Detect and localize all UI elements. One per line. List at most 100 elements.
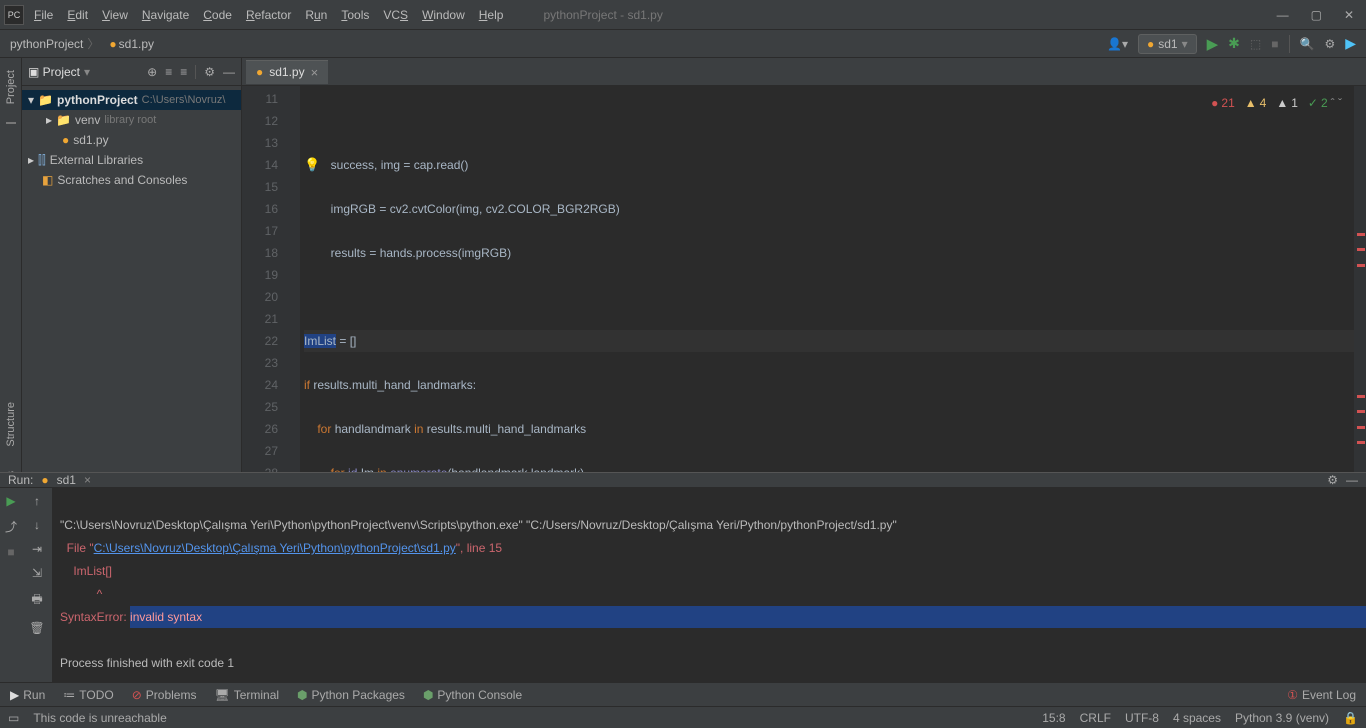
soft-wrap-icon[interactable]: ⇥: [32, 542, 42, 556]
run-config-label: sd1: [1158, 37, 1177, 51]
python-file-icon: ●: [256, 65, 263, 79]
status-bar: ▭ This code is unreachable 15:8 CRLF UTF…: [0, 706, 1366, 728]
menu-tools[interactable]: Tools: [341, 8, 369, 22]
editor: ● sd1.py × 111213 141516 171819 202122 2…: [242, 58, 1366, 472]
editor-tab-label: sd1.py: [269, 65, 304, 79]
scroll-end-icon[interactable]: ⇲: [32, 566, 42, 580]
tree-scratches[interactable]: ◧ Scratches and Consoles: [22, 170, 241, 190]
select-opened-icon[interactable]: ⊕: [147, 65, 157, 79]
menu-view[interactable]: View: [102, 8, 128, 22]
line-gutter: 111213 141516 171819 202122 232425 26272…: [242, 86, 286, 472]
stacktrace-link[interactable]: C:\Users\Novruz\Desktop\Çalışma Yeri\Pyt…: [94, 541, 456, 555]
menu-file[interactable]: File: [34, 8, 53, 22]
minimize-icon[interactable]: —: [1277, 8, 1289, 22]
hide-panel-icon[interactable]: —: [223, 65, 235, 79]
bookmarks-icon[interactable]: [6, 122, 16, 124]
run-tool-tab[interactable]: ▶Run: [10, 688, 45, 702]
breadcrumb-file[interactable]: sd1.py: [119, 37, 154, 51]
line-ending[interactable]: CRLF: [1080, 711, 1111, 725]
error-icon: ●: [1211, 92, 1218, 114]
up-icon[interactable]: ↑: [34, 494, 40, 508]
coverage-icon[interactable]: ⬚: [1250, 37, 1261, 51]
rerun-icon[interactable]: ▶: [6, 494, 15, 508]
code-content[interactable]: ●21 ▲4 ▲1 ✓2 ˆ ˇ 💡 success, img = cap.re…: [300, 86, 1354, 472]
lock-icon[interactable]: 🔒: [1343, 711, 1358, 725]
title-bar: PC File Edit View Navigate Code Refactor…: [0, 0, 1366, 30]
status-message: This code is unreachable: [33, 711, 166, 725]
ide-features-icon[interactable]: ▶: [1345, 35, 1356, 52]
down-icon[interactable]: ↓: [34, 518, 40, 532]
run-tab-name[interactable]: sd1: [57, 473, 76, 487]
close-tab-icon[interactable]: ×: [311, 65, 319, 80]
close-run-tab-icon[interactable]: ×: [84, 473, 91, 487]
tree-external-libs[interactable]: ▸⫿⫿ External Libraries: [22, 150, 241, 170]
weak-warning-icon: ▲: [1276, 92, 1288, 114]
editor-tab-sd1[interactable]: ● sd1.py ×: [246, 60, 328, 84]
menu-help[interactable]: Help: [479, 8, 504, 22]
clear-icon[interactable]: 🗑: [29, 621, 44, 635]
intention-bulb-icon[interactable]: 💡: [304, 154, 320, 176]
main-menu[interactable]: File Edit View Navigate Code Refactor Ru…: [34, 8, 503, 22]
close-icon[interactable]: ✕: [1344, 8, 1354, 22]
terminal-tool-tab[interactable]: 🖥Terminal: [214, 688, 279, 702]
breadcrumb-project[interactable]: pythonProject: [10, 37, 83, 51]
console-output[interactable]: "C:\Users\Novruz\Desktop\Çalışma Yeri\Py…: [52, 488, 1366, 701]
run-icon[interactable]: ▶: [1207, 35, 1219, 53]
interpreter[interactable]: Python 3.9 (venv): [1235, 711, 1329, 725]
python-icon: ●: [1147, 37, 1154, 51]
error-stripe[interactable]: [1354, 86, 1366, 472]
indent[interactable]: 4 spaces: [1173, 711, 1221, 725]
nav-bar: pythonProject 〉 ● sd1.py 👤▾ ● sd1 ▾ ▶ ✱ …: [0, 30, 1366, 58]
menu-edit[interactable]: Edit: [67, 8, 88, 22]
tree-project-root[interactable]: ▾📁 pythonProject C:\Users\Novruz\: [22, 90, 241, 110]
chevron-down-icon: ▾: [1182, 37, 1188, 51]
project-panel-title[interactable]: ▣ Project ▾: [28, 65, 90, 79]
print-icon[interactable]: 🖶: [31, 590, 42, 611]
project-tool-tab[interactable]: Project: [5, 64, 17, 110]
panel-settings-icon[interactable]: ⚙: [204, 65, 215, 79]
collapse-all-icon[interactable]: ≡: [180, 65, 187, 79]
left-tool-strip: Project Structure Favorites: [0, 58, 22, 472]
run-settings-icon[interactable]: ⚙: [1327, 473, 1338, 487]
project-panel: ▣ Project ▾ ⊕ ≡ ≡ ⚙ — ▾📁 pythonProject C…: [22, 58, 242, 472]
warning-icon: ▲: [1245, 92, 1257, 114]
search-icon[interactable]: 🔍: [1300, 37, 1315, 51]
ok-icon: ✓: [1308, 92, 1318, 114]
app-logo: PC: [4, 5, 24, 25]
favorites-tool-tab[interactable]: Favorites: [5, 465, 17, 472]
status-icon[interactable]: ▭: [8, 711, 19, 725]
settings-icon[interactable]: ⚙: [1324, 37, 1335, 51]
run-tool-window: Run: ● sd1 × ⚙ — ▶ ⤴ ■ ↑ ↓ ⇥ ⇲ 🖶 🗑 "C:\U…: [0, 472, 1366, 682]
python-icon: ●: [41, 473, 48, 487]
expand-all-icon[interactable]: ≡: [165, 65, 172, 79]
add-config-icon[interactable]: 👤▾: [1107, 37, 1128, 51]
stop-run-icon[interactable]: ■: [7, 545, 14, 559]
hide-run-icon[interactable]: —: [1346, 473, 1358, 487]
inspection-widget[interactable]: ●21 ▲4 ▲1 ✓2 ˆ ˇ: [1211, 92, 1342, 114]
encoding[interactable]: UTF-8: [1125, 711, 1159, 725]
menu-refactor[interactable]: Refactor: [246, 8, 291, 22]
event-log-tab[interactable]: ①Event Log: [1287, 688, 1356, 702]
menu-run[interactable]: Run: [305, 8, 327, 22]
tree-file-sd1[interactable]: ●sd1.py: [22, 130, 241, 150]
python-file-icon: ●: [109, 37, 116, 51]
fold-column[interactable]: [286, 86, 300, 472]
attach-icon[interactable]: ⤴: [5, 518, 17, 535]
menu-window[interactable]: Window: [422, 8, 465, 22]
python-console-tab[interactable]: ⬢Python Console: [423, 688, 522, 702]
stop-icon[interactable]: ■: [1271, 37, 1278, 51]
run-config-dropdown[interactable]: ● sd1 ▾: [1138, 34, 1197, 54]
structure-tool-tab[interactable]: Structure: [5, 396, 17, 453]
menu-navigate[interactable]: Navigate: [142, 8, 189, 22]
run-label: Run:: [8, 473, 33, 487]
problems-tool-tab[interactable]: ⊘Problems: [132, 688, 197, 702]
todo-tool-tab[interactable]: ≔TODO: [63, 688, 113, 702]
maximize-icon[interactable]: ▢: [1311, 8, 1322, 22]
menu-code[interactable]: Code: [203, 8, 232, 22]
debug-icon[interactable]: ✱: [1228, 35, 1240, 52]
window-title: pythonProject - sd1.py: [543, 8, 662, 22]
menu-vcs[interactable]: VCS: [383, 8, 408, 22]
cursor-position[interactable]: 15:8: [1042, 711, 1065, 725]
tree-venv[interactable]: ▸📁 venv library root: [22, 110, 241, 130]
packages-tool-tab[interactable]: ⬢Python Packages: [297, 688, 405, 702]
